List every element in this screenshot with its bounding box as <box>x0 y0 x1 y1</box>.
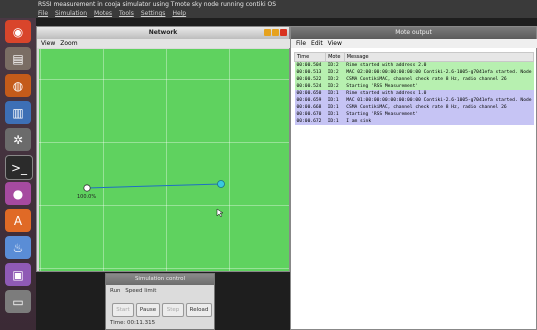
log-row[interactable]: 00:00.524 ID:2 Starting 'RSS Measurement' <box>294 83 534 90</box>
window-title-bar: RSSI measurement in cooja simulator usin… <box>0 0 537 18</box>
step-button[interactable]: Step <box>162 303 184 317</box>
mote-menu-file[interactable]: File <box>296 39 306 48</box>
log-message: CSMA ContikiMAC, channel check rate 8 Hz… <box>344 104 534 111</box>
start-button[interactable]: Start <box>112 303 134 317</box>
log-message: Starting 'RSS Measurement' <box>344 111 534 118</box>
launcher-sidebar: ◉ ▤ ◍ ▥ ✲ >_ ● A ♨ ▣ ▭ <box>0 18 36 330</box>
mote-output-window: Mote output File Edit View Time Mote Mes… <box>290 26 537 330</box>
menu-motes[interactable]: Motes <box>94 9 112 18</box>
log-time: 00:00.513 <box>294 69 326 76</box>
network-graph: 100.0% <box>77 180 225 218</box>
log-time: 00:00.668 <box>294 104 326 111</box>
log-message: Rime started with address 1.0 <box>344 90 534 97</box>
network-window-buttons <box>264 29 287 36</box>
column-message[interactable]: Message <box>343 52 535 62</box>
minimize-icon[interactable] <box>264 29 271 36</box>
log-time: 00:00.522 <box>294 76 326 83</box>
log-mote: ID:1 <box>325 90 345 97</box>
log-mote: ID:2 <box>325 69 345 76</box>
log-mote: ID:1 <box>325 118 345 125</box>
log-row[interactable]: 00:00.650 ID:1 Rime started with address 1… <box>294 90 534 97</box>
settings-gear-icon[interactable]: ✲ <box>5 128 31 151</box>
log-mote: ID:2 <box>325 61 345 69</box>
network-canvas[interactable]: 100.0% <box>39 49 289 271</box>
log-row[interactable]: 00:00.504 ID:2 Rime started with address 2… <box>294 61 534 69</box>
speed-limit-label[interactable]: Speed limit <box>125 288 156 294</box>
network-menu-view[interactable]: View <box>41 39 55 48</box>
log-time: 00:00.670 <box>294 111 326 118</box>
mote-output-title: Mote output <box>291 27 536 39</box>
firefox-icon[interactable]: ◍ <box>5 74 31 97</box>
log-mote: ID:1 <box>325 111 345 118</box>
mote-output-menubar: File Edit View <box>291 39 537 48</box>
font-viewer-icon[interactable]: A <box>5 209 31 232</box>
network-window: Network View Zoom 100.0% <box>36 26 293 272</box>
log-time: 00:00.650 <box>294 90 326 97</box>
simulation-control-title: Simulation control <box>106 274 214 285</box>
menu-help[interactable]: Help <box>172 9 186 18</box>
mote-rssi-label: 100.0% <box>77 194 96 200</box>
log-row[interactable]: 00:00.513 ID:2 MAC 02:00:00:00:00:00:00:00… <box>294 69 534 76</box>
log-row[interactable]: 00:00.668 ID:1 CSMA ContikiMAC, channel ch… <box>294 104 534 111</box>
log-time: 00:00.659 <box>294 97 326 104</box>
log-row[interactable]: 00:00.670 ID:1 Starting 'RSS Measurement' <box>294 111 534 118</box>
log-message: CSMA ContikiMAC, channel check rate 8 Hz… <box>344 76 534 83</box>
network-menu-zoom[interactable]: Zoom <box>60 39 77 48</box>
mote-menu-edit[interactable]: Edit <box>311 39 323 48</box>
app-icon[interactable]: ● <box>5 182 31 205</box>
log-table: Time Mote Message 00:00.504 ID:2 Rime star… <box>293 52 535 125</box>
pause-button[interactable]: Pause <box>136 303 160 317</box>
log-message: MAC 02:00:00:00:00:00:00:00 Contiki-2.6-… <box>344 69 534 76</box>
mote-1[interactable] <box>83 184 91 192</box>
log-message: MAC 01:00:00:00:00:00:00:00 Contiki-2.6-… <box>344 97 534 104</box>
run-menu: Run Speed limit <box>110 288 156 294</box>
log-mote: ID:1 <box>325 97 345 104</box>
log-time: 00:00.504 <box>294 61 326 69</box>
reload-button[interactable]: Reload <box>186 303 212 317</box>
network-title: Network <box>37 27 289 39</box>
menu-file[interactable]: File <box>38 9 48 18</box>
ubuntu-logo-icon[interactable]: ◉ <box>5 20 31 43</box>
mouse-cursor-icon <box>216 208 224 218</box>
log-message: Rime started with address 2.0 <box>344 61 534 69</box>
media-icon[interactable]: ▣ <box>5 263 31 286</box>
log-message: I am sink <box>344 118 534 125</box>
log-row[interactable]: 00:00.672 ID:1 I am sink <box>294 118 534 125</box>
mote-2[interactable] <box>217 180 225 188</box>
java-icon[interactable]: ♨ <box>5 236 31 259</box>
log-mote: ID:1 <box>325 104 345 111</box>
terminal-icon[interactable]: >_ <box>5 155 33 180</box>
column-time[interactable]: Time <box>293 52 327 62</box>
window-title: RSSI measurement in cooja simulator usin… <box>38 1 277 8</box>
mote-menu-view[interactable]: View <box>328 39 342 48</box>
simulation-time: Time: 00:11.315 <box>110 320 156 326</box>
log-message: Starting 'RSS Measurement' <box>344 83 534 90</box>
trash-icon[interactable]: ▭ <box>5 290 31 313</box>
simulation-control-window: Simulation control Run Speed limit Start… <box>105 273 215 330</box>
log-row[interactable]: 00:00.522 ID:2 CSMA ContikiMAC, channel ch… <box>294 76 534 83</box>
document-icon[interactable]: ▥ <box>5 101 31 124</box>
network-menubar: View Zoom <box>37 39 293 48</box>
menu-tools[interactable]: Tools <box>119 9 134 18</box>
maximize-icon[interactable] <box>272 29 279 36</box>
log-time: 00:00.672 <box>294 118 326 125</box>
log-row[interactable]: 00:00.659 ID:1 MAC 01:00:00:00:00:00:00:00… <box>294 97 534 104</box>
log-time: 00:00.524 <box>294 83 326 90</box>
close-icon[interactable] <box>280 29 287 36</box>
column-mote[interactable]: Mote <box>325 52 345 62</box>
files-icon[interactable]: ▤ <box>5 47 31 70</box>
menu-settings[interactable]: Settings <box>141 9 166 18</box>
run-label[interactable]: Run <box>110 288 121 294</box>
log-mote: ID:2 <box>325 76 345 83</box>
main-menubar: File Simulation Motes Tools Settings Hel… <box>38 9 537 18</box>
radio-link <box>86 183 222 189</box>
menu-simulation[interactable]: Simulation <box>55 9 87 18</box>
log-mote: ID:2 <box>325 83 345 90</box>
